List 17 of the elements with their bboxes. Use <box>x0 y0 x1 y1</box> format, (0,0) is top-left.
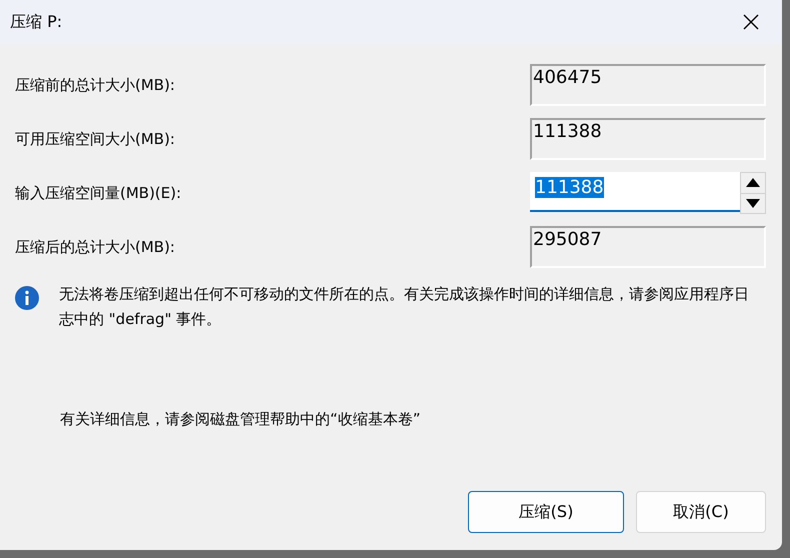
down-arrow-icon <box>746 198 760 208</box>
value-field: 295087 <box>530 226 766 268</box>
field-label: 可用压缩空间大小(MB): <box>15 128 176 150</box>
value-field: 111388 <box>530 118 766 160</box>
close-icon <box>743 14 759 30</box>
dialog-button[interactable]: 取消(C) <box>636 491 766 533</box>
dialog-button[interactable]: 压缩(S) <box>468 491 624 533</box>
field-label: 压缩后的总计大小(MB): <box>15 236 176 258</box>
info-icon <box>15 286 39 310</box>
help-text: 有关详细信息，请参阅磁盘管理帮助中的“收缩基本卷” <box>59 409 422 430</box>
field-label: 压缩前的总计大小(MB): <box>15 74 176 96</box>
value-field: 406475 <box>530 64 766 106</box>
field-label: 输入压缩空间量(MB)(E): <box>15 182 182 204</box>
size-input-field[interactable]: 111388 <box>530 172 740 212</box>
window-title: 压缩 P: <box>10 11 62 33</box>
up-arrow-icon <box>746 178 760 188</box>
info-message: 无法将卷压缩到超出任何不可移动的文件所在的点。有关完成该操作时间的详细信息，请参阅应用程序日志中的 "defrag" 事件。 <box>59 284 749 330</box>
